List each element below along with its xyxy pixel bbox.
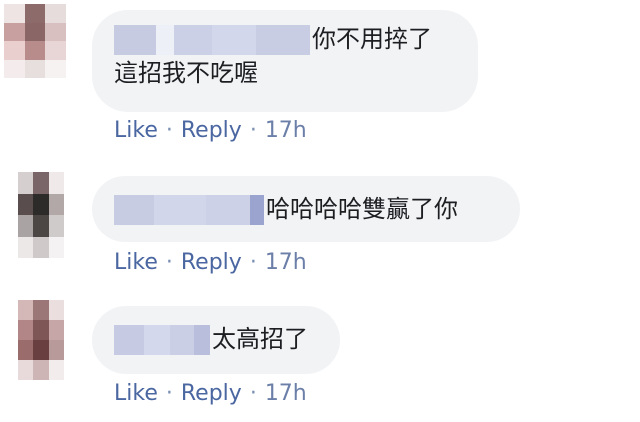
separator: ·	[249, 381, 257, 406]
comment-actions: Like · Reply · 17h	[114, 381, 307, 406]
like-link[interactable]: Like	[114, 118, 158, 143]
avatar[interactable]	[18, 300, 64, 380]
timestamp[interactable]: 17h	[265, 118, 307, 143]
reply-link[interactable]: Reply	[181, 250, 242, 275]
avatar[interactable]	[18, 172, 64, 258]
comment-text-line-2: 這招我不吃喔	[114, 59, 258, 87]
like-link[interactable]: Like	[114, 250, 158, 275]
reply-link[interactable]: Reply	[181, 381, 242, 406]
comment-text-line-1: 太高招了	[114, 322, 318, 356]
comment-bubble: 太高招了	[92, 306, 340, 374]
comment-bubble: 哈哈哈哈雙贏了你	[92, 176, 520, 242]
timestamp[interactable]: 17h	[265, 381, 307, 406]
separator: ·	[249, 118, 257, 143]
author-name-blurred[interactable]	[114, 325, 210, 355]
separator: ·	[165, 118, 173, 143]
separator: ·	[165, 381, 173, 406]
comment-bubble: 你不用捽了 這招我不吃喔	[92, 10, 478, 112]
author-name-blurred[interactable]	[114, 25, 310, 55]
like-link[interactable]: Like	[114, 381, 158, 406]
timestamp[interactable]: 17h	[265, 250, 307, 275]
avatar[interactable]	[4, 4, 66, 78]
reply-link[interactable]: Reply	[181, 118, 242, 143]
comment-actions: Like · Reply · 17h	[114, 118, 307, 143]
separator: ·	[249, 250, 257, 275]
separator: ·	[165, 250, 173, 275]
comment-text-line-1: 哈哈哈哈雙贏了你	[114, 192, 498, 226]
author-name-blurred[interactable]	[114, 195, 264, 225]
comment-text-line-1: 你不用捽了	[114, 22, 456, 56]
comment-actions: Like · Reply · 17h	[114, 250, 307, 275]
